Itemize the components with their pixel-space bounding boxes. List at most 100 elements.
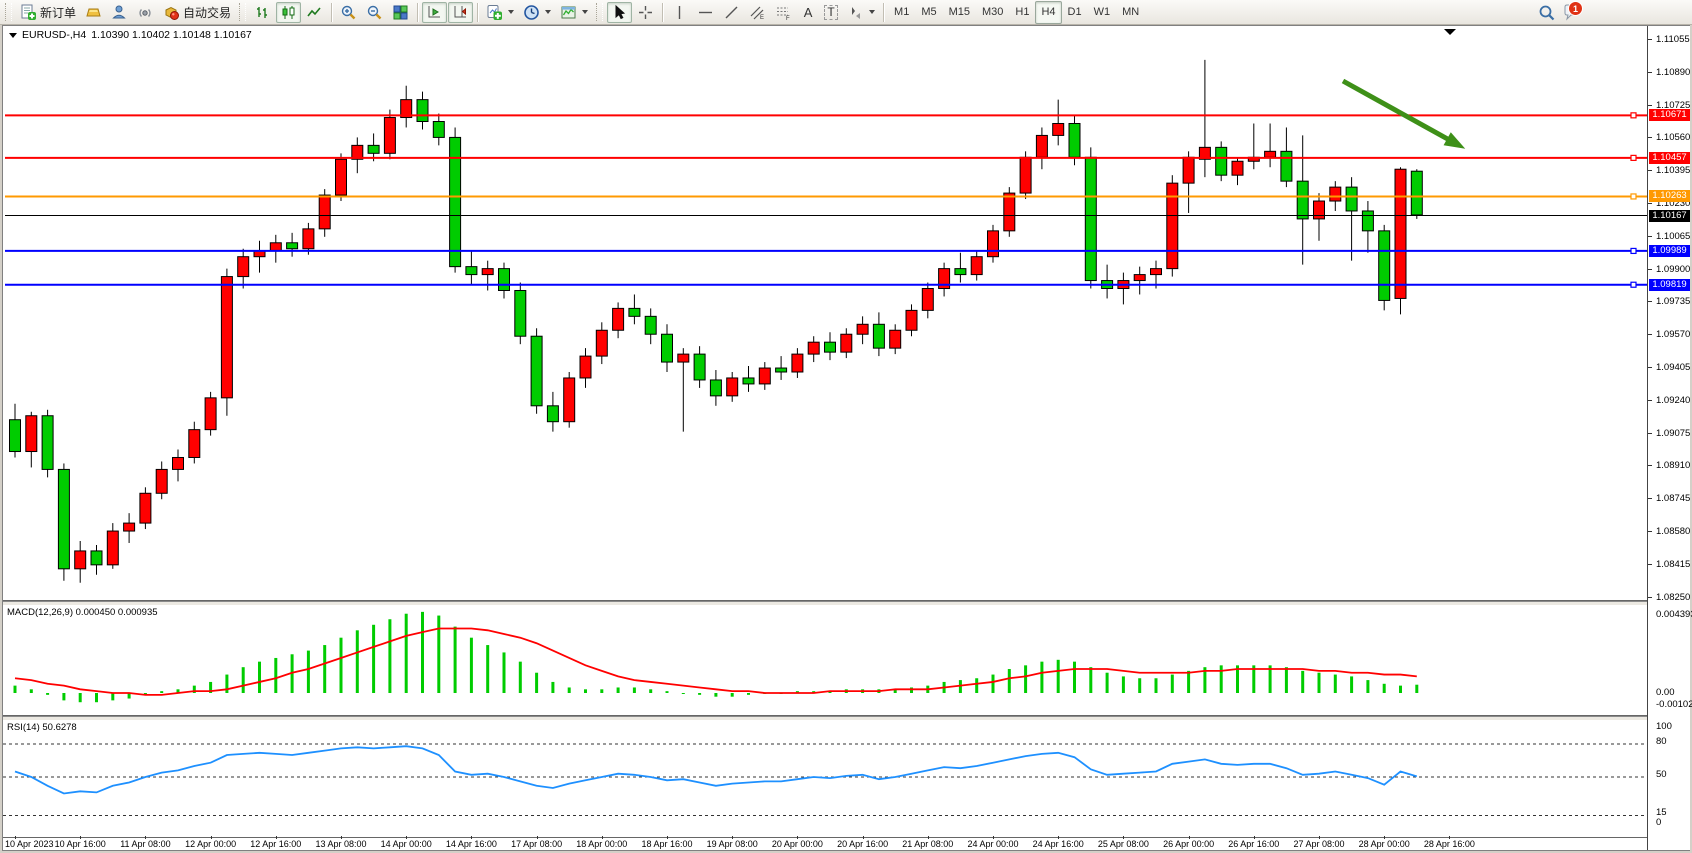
signals-button[interactable]: [133, 2, 158, 23]
timeframe-button-m15[interactable]: M15: [943, 1, 976, 24]
macd-axis-label: 0.004393: [1656, 609, 1692, 620]
date-tick-label: 11 Apr 08:00: [120, 839, 170, 849]
auto-scroll-icon: [426, 4, 443, 21]
candlestick-icon: [280, 4, 297, 21]
trend-arrow-annotation: [1444, 132, 1466, 149]
timeframe-button-h1[interactable]: H1: [1009, 1, 1035, 24]
date-tick-label: 14 Apr 00:00: [381, 839, 432, 849]
price-tick-mark: [1648, 531, 1652, 532]
market-watch-button[interactable]: [107, 2, 132, 23]
search-icon[interactable]: [1538, 4, 1556, 22]
date-tick-label: 28 Apr 00:00: [1359, 839, 1410, 849]
text-button[interactable]: A: [797, 2, 819, 23]
templates-button[interactable]: [556, 2, 592, 23]
line-chart-button[interactable]: [302, 2, 327, 23]
line-chart-icon: [306, 4, 323, 21]
timeframe-button-m1[interactable]: M1: [888, 1, 915, 24]
date-tick-label: 24 Apr 00:00: [967, 839, 1018, 849]
candlestick-chart-button[interactable]: [276, 2, 301, 23]
price-tick-label: 1.08250: [1656, 592, 1690, 603]
toolbar-grip[interactable]: [596, 3, 603, 21]
timeframe-button-w1[interactable]: W1: [1088, 1, 1117, 24]
new-order-button[interactable]: 新订单: [16, 2, 80, 23]
rsi-axis-label: 50: [1656, 769, 1667, 780]
toolbar-grip[interactable]: [5, 3, 12, 21]
timeframe-button-h4[interactable]: H4: [1035, 1, 1061, 24]
label-tool-glyph: T: [824, 5, 837, 20]
rsi-axis-label: 100: [1656, 721, 1672, 732]
indicators-icon: [486, 4, 503, 21]
price-tick-label: 1.10395: [1656, 165, 1690, 176]
dropdown-caret: [508, 10, 514, 14]
tile-windows-button[interactable]: [388, 2, 413, 23]
timeframe-button-m30[interactable]: M30: [976, 1, 1009, 24]
collapse-triangle-icon[interactable]: [9, 33, 17, 38]
date-axis[interactable]: 10 Apr 202310 Apr 16:0011 Apr 08:0012 Ap…: [3, 838, 1689, 850]
price-tick-mark: [1648, 105, 1652, 106]
candlestick-chart[interactable]: [3, 26, 1647, 599]
crosshair-button[interactable]: [633, 2, 658, 23]
main-chart-pane[interactable]: EURUSD-,H4 1.10390 1.10402 1.10148 1.101…: [3, 26, 1647, 601]
date-tick-label: 20 Apr 00:00: [772, 839, 823, 849]
rsi-label: RSI(14) 50.6278: [7, 722, 77, 733]
price-tick-label: 1.09735: [1656, 296, 1690, 307]
zoom-in-button[interactable]: [336, 2, 361, 23]
macd-indicator-pane[interactable]: MACD(12,26,9) 0.000450 0.000935: [3, 605, 1647, 716]
price-tick-mark: [1648, 334, 1652, 335]
toolbar-separator: [331, 3, 332, 22]
rsi-chart[interactable]: [3, 720, 1647, 836]
bar-chart-button[interactable]: [250, 2, 275, 23]
price-tick-label: 1.08910: [1656, 460, 1690, 471]
price-tick-label: 1.10890: [1656, 67, 1690, 78]
price-tick-mark: [1648, 203, 1652, 204]
arrows-button[interactable]: [843, 2, 879, 23]
text-label-button[interactable]: T: [820, 2, 842, 23]
chart-ohlc-values: 1.10390 1.10402 1.10148 1.10167: [91, 29, 252, 41]
timeframe-button-d1[interactable]: D1: [1062, 1, 1088, 24]
dropdown-caret: [869, 10, 875, 14]
periods-button[interactable]: [519, 2, 555, 23]
price-tick-label: 1.09405: [1656, 362, 1690, 373]
macd-axis-label: -0.001021: [1656, 699, 1692, 710]
price-tick-label: 1.08415: [1656, 559, 1690, 570]
date-tick-label: 25 Apr 08:00: [1098, 839, 1149, 849]
zoom-out-button[interactable]: [362, 2, 387, 23]
price-tick-mark: [1648, 269, 1652, 270]
channel-icon: E: [749, 4, 766, 21]
toolbar-grip[interactable]: [239, 3, 246, 21]
equidistant-channel-button[interactable]: E: [745, 2, 770, 23]
new-order-label: 新订单: [40, 4, 76, 21]
date-tick-label: 10 Apr 2023: [5, 839, 54, 849]
vertical-line-icon: [671, 4, 688, 21]
indicators-button[interactable]: [482, 2, 518, 23]
date-tick-label: 12 Apr 16:00: [250, 839, 301, 849]
gold-chart-button[interactable]: [81, 2, 106, 23]
auto-trading-label: 自动交易: [183, 4, 231, 21]
price-axis[interactable]: 1.110551.108901.107251.105601.103951.102…: [1647, 26, 1690, 850]
price-tick-mark: [1648, 137, 1652, 138]
toolbar-separator: [477, 3, 478, 22]
macd-label: MACD(12,26,9) 0.000450 0.000935: [7, 607, 158, 618]
date-tick-label: 18 Apr 00:00: [576, 839, 627, 849]
auto-scroll-button[interactable]: [422, 2, 447, 23]
clock-icon: [523, 4, 540, 21]
date-tick-label: 14 Apr 16:00: [446, 839, 497, 849]
price-tick-mark: [1648, 597, 1652, 598]
chart-symbol-period: EURUSD-,H4: [22, 29, 86, 41]
rsi-indicator-pane[interactable]: RSI(14) 50.6278: [3, 720, 1647, 838]
price-tick-mark: [1648, 433, 1652, 434]
auto-trading-button[interactable]: 自动交易: [159, 2, 235, 23]
fibonacci-button[interactable]: F: [771, 2, 796, 23]
date-tick-label: 28 Apr 16:00: [1424, 839, 1475, 849]
date-tick-label: 12 Apr 00:00: [185, 839, 236, 849]
macd-chart[interactable]: [3, 605, 1647, 714]
cursor-button[interactable]: [607, 2, 632, 23]
timeframe-button-m5[interactable]: M5: [915, 1, 942, 24]
timeframe-button-mn[interactable]: MN: [1116, 1, 1145, 24]
trendline-button[interactable]: [719, 2, 744, 23]
horizontal-line-button[interactable]: [693, 2, 718, 23]
vertical-line-button[interactable]: [667, 2, 692, 23]
chart-shift-button[interactable]: [448, 2, 473, 23]
notification-badge[interactable]: 1: [1568, 1, 1583, 16]
level-price-badge: 1.10671: [1649, 109, 1690, 121]
